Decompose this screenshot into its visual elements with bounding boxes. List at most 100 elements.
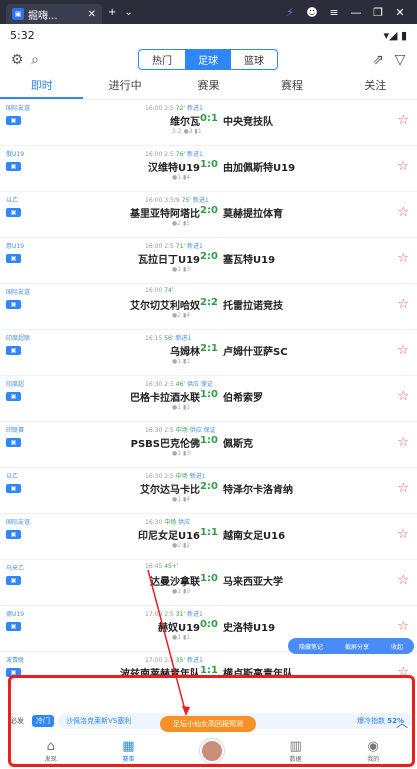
star-icon[interactable]: ☆ (397, 481, 409, 496)
match-score: 1:1 (200, 665, 218, 676)
tab-in-progress[interactable]: 进行中 (83, 74, 166, 99)
home-team: 巴格卡拉酒水联 (130, 393, 200, 404)
match-row[interactable]: 印度超 ▣ 16:30 2:5 46' 供应 保证 巴格卡拉酒水联 1:0 伯希… (0, 376, 417, 422)
star-icon[interactable]: ☆ (397, 343, 409, 358)
match-meta: 16:00 2:5 72' 新进1 (145, 105, 203, 112)
star-icon[interactable]: ☆ (397, 527, 409, 542)
rec-label: 必发 (10, 717, 24, 725)
filter-icon[interactable]: ▽ (391, 51, 409, 69)
segment-hot[interactable]: 热门 (139, 50, 185, 69)
settings-icon[interactable]: ⚙ (8, 51, 26, 69)
away-team: 塞瓦特U19 (223, 255, 276, 266)
league-label: 印联赛 (6, 427, 25, 434)
match-stats: ●1 ▮1 (172, 358, 191, 365)
match-stats: ●2 ▮5 (172, 220, 191, 227)
star-icon[interactable]: ☆ (397, 389, 409, 404)
chevron-up-icon[interactable]: ︿ (396, 714, 408, 731)
live-icon: ▣ (6, 484, 21, 493)
nav-center[interactable] (199, 739, 224, 763)
nav-data[interactable]: ▥ 数据 (289, 739, 301, 763)
nav-discover[interactable]: ⌂ 发现 (45, 739, 57, 763)
match-row[interactable]: 意U19 ▣ 16:00 2:5 71' 新进1 瓦拉日丁U19 2:0 塞瓦特… (0, 238, 417, 284)
match-score: 1:0 (200, 159, 218, 170)
browser-tab[interactable]: ▣ 掘嗨... ✕ (6, 4, 102, 24)
match-score: 2:0 (200, 481, 218, 492)
calendar-icon: ▦ (122, 739, 135, 754)
match-stats: ●1 ▮1 (172, 404, 191, 411)
match-score: 1:1 (200, 527, 218, 538)
live-icon: ▣ (6, 254, 21, 263)
away-team: 由加佩斯特U19 (223, 163, 296, 174)
star-icon[interactable]: ☆ (397, 573, 409, 588)
star-icon[interactable]: ☆ (397, 113, 409, 128)
away-team: 横卢斯高青年队 (223, 669, 293, 680)
away-team: 卢姆什亚萨SC (223, 347, 288, 358)
match-row[interactable]: 俄U19 ▣ 16:00 2:5 76' 新进1 汉维特U19 1:0 由加佩斯… (0, 146, 417, 192)
match-row[interactable]: 印度超联 ▣ 16:15 56' 新进1 乌姆林 2:1 卢姆什亚萨SC ●1 … (0, 330, 417, 376)
match-stats: 5:2 ●3 ▮1 (172, 128, 202, 135)
tab-following[interactable]: 关注 (334, 74, 417, 99)
new-tab-icon[interactable]: + (108, 7, 116, 18)
star-icon[interactable]: ☆ (397, 251, 409, 266)
match-row[interactable]: 国际友谊 ▣ 16:00 74' 艾尔切艾利哈奴 2:2 托雷拉诺竞技 ●2 ▮… (0, 284, 417, 330)
live-icon: ▣ (6, 622, 21, 631)
close-window-icon[interactable]: ✕ (389, 6, 411, 19)
tab-schedule[interactable]: 赛程 (250, 74, 333, 99)
segment-football[interactable]: 足球 (185, 50, 231, 69)
home-team: 瓦拉日丁U19 (137, 255, 200, 266)
prediction-banner[interactable]: 足坛小仙女高回报预测 (160, 716, 256, 732)
restore-icon[interactable]: ❐ (367, 6, 389, 19)
league-label: 意U19 (6, 243, 25, 250)
match-row[interactable]: 国际友谊 ▣ 16:30 中场 供应 印尼女足U16 1:1 越南女足U16 ●… (0, 514, 417, 560)
match-row[interactable]: 国际友谊 ▣ 16:00 2:5 72' 新进1 维尔瓦 0:1 中央竞技队 5… (0, 100, 417, 146)
live-icon: ▣ (6, 392, 21, 401)
minimize-icon[interactable]: — (345, 6, 367, 19)
dropdown-icon[interactable]: ⌄ (124, 7, 132, 18)
match-row[interactable]: 马来乙 ▣ 16:45 45+' 达曼沙拿联 1:0 马来西亚大学 ●1 ▮3 … (0, 560, 417, 606)
tab-live[interactable]: 即时 (0, 74, 84, 99)
home-team: 艾尔达马卡比 (140, 485, 200, 496)
live-icon: ▣ (6, 300, 21, 309)
tab-results[interactable]: 赛果 (167, 74, 250, 99)
match-row[interactable]: 以乙 ▣ 16:30 2:5 中场 新进1 艾尔达马卡比 2:0 特泽尔卡洛肯纳… (0, 468, 417, 514)
star-icon[interactable]: ☆ (397, 205, 409, 220)
close-tab-icon[interactable]: ✕ (88, 9, 96, 20)
match-score: 1:0 (200, 435, 218, 446)
search-icon[interactable]: ⌕ (26, 51, 44, 69)
live-icon: ▣ (6, 576, 21, 585)
profile-icon[interactable]: ☻ (301, 6, 323, 19)
match-meta: 16:00 3:5/9 75' 新进1 (145, 197, 209, 204)
away-team: 中央竞技队 (223, 117, 273, 128)
match-row[interactable]: 波青联 ▣ 17:00 2:5 35' 新进1 波兹南莱赫青年队 1:1 横卢斯… (0, 652, 417, 680)
match-row[interactable]: 以乙 ▣ 16:00 3:5/9 75' 新进1 基里亚特阿塔比 2:0 莫赫提… (0, 192, 417, 238)
menu-icon[interactable]: ≡ (323, 6, 345, 19)
league-label: 国际友谊 (6, 105, 31, 112)
collapse-button[interactable]: 收起 (391, 642, 403, 651)
match-meta: 16:30 2:5 中场 新进1 (145, 473, 206, 480)
floating-toolbar: 隐藏笔记 截屏分享 收起 (288, 638, 414, 654)
match-meta: 16:00 74' (145, 287, 174, 294)
hide-notes-button[interactable]: 隐藏笔记 (299, 642, 323, 651)
match-row[interactable]: 印联赛 ▣ 16:30 2:5 中场 供应 保证 PSBS巴克伦佛 1:0 佩斯… (0, 422, 417, 468)
league-label: 印度超 (6, 381, 25, 388)
live-icon: ▣ (6, 438, 21, 447)
status-bar: 5:32 ▾◢ ▮ (0, 24, 417, 46)
nav-data-label: 数据 (289, 756, 302, 763)
star-icon[interactable]: ☆ (397, 435, 409, 450)
nav-events[interactable]: ▦ 赛事 (122, 739, 134, 763)
away-team: 莫赫提拉体育 (223, 209, 283, 220)
screenshot-share-button[interactable]: 截屏分享 (345, 642, 369, 651)
share-icon[interactable]: ⇗ (369, 51, 387, 69)
star-icon[interactable]: ☆ (397, 665, 409, 680)
match-score: 1:0 (200, 389, 218, 400)
star-icon[interactable]: ☆ (397, 619, 409, 634)
home-team: 艾尔切艾利哈奴 (130, 301, 200, 312)
star-icon[interactable]: ☆ (397, 159, 409, 174)
assistant-icon[interactable]: ⚡ (279, 6, 301, 19)
avatar (199, 739, 224, 763)
nav-mine[interactable]: ◉ 我的 (367, 739, 379, 763)
segment-basketball[interactable]: 篮球 (231, 50, 277, 69)
star-icon[interactable]: ☆ (397, 297, 409, 312)
home-team: 基里亚特阿塔比 (130, 209, 200, 220)
match-score: 2:2 (200, 297, 218, 308)
